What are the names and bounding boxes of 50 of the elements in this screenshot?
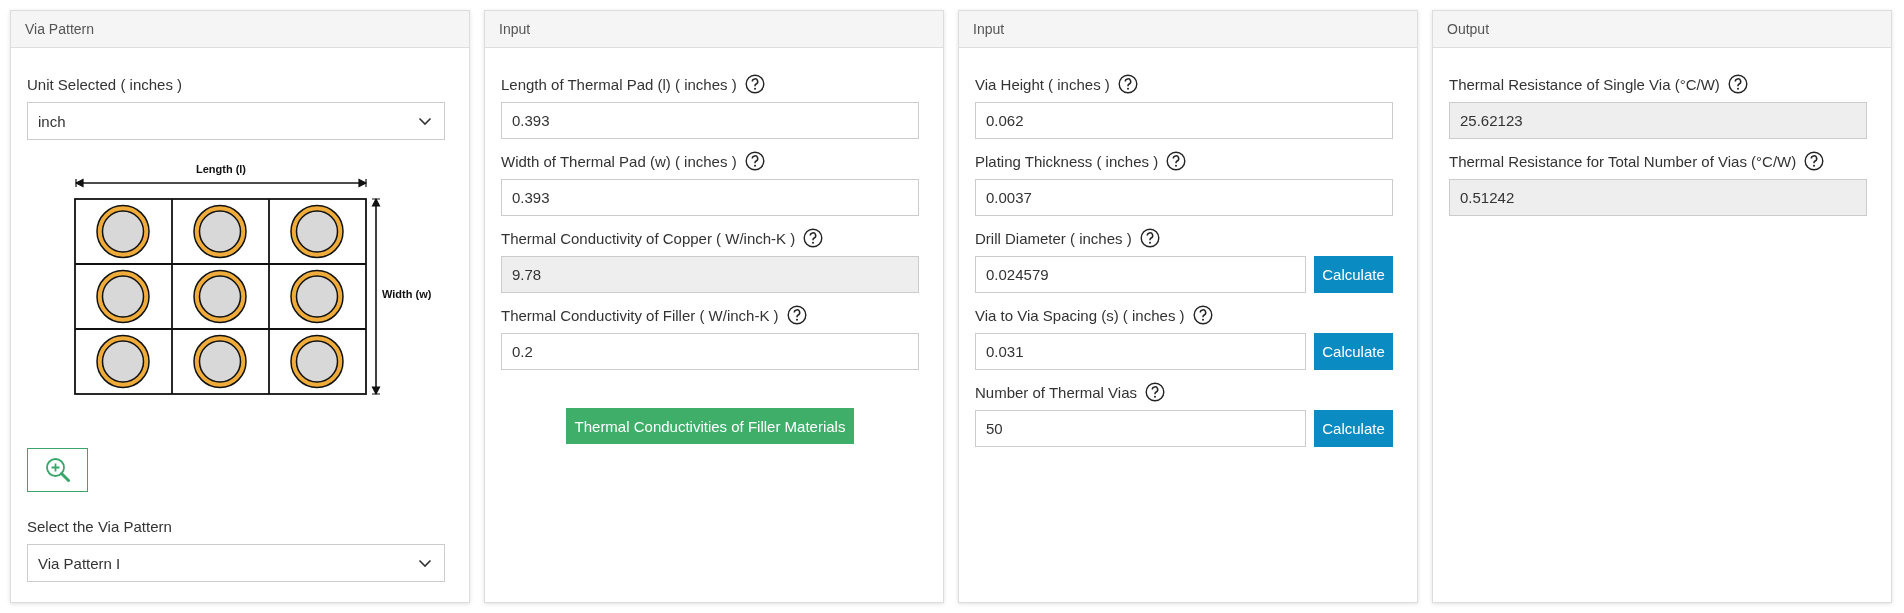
help-icon[interactable] — [744, 74, 765, 94]
field-label: Thermal Resistance of Single Via (°C/W) — [1449, 75, 1720, 93]
field-label: Number of Thermal Vias — [975, 383, 1137, 401]
panel-header: Input — [959, 11, 1417, 48]
help-icon[interactable] — [1727, 74, 1748, 94]
field-label: Thermal Conductivity of Copper ( W/inch-K ) — [501, 229, 796, 247]
dropdown-select[interactable]: inch — [27, 102, 445, 140]
input-field[interactable]: 0.0037 — [975, 179, 1393, 216]
input-field[interactable]: 0.393 — [501, 102, 919, 139]
dropdown-select[interactable]: Via Pattern I — [27, 544, 445, 582]
zoom-in-icon — [44, 457, 71, 483]
help-icon[interactable] — [1139, 228, 1160, 248]
panel-header: Output — [1433, 11, 1891, 48]
help-icon[interactable] — [1117, 74, 1138, 94]
help-icon[interactable] — [1145, 382, 1165, 402]
help-icon[interactable] — [803, 228, 824, 248]
chevron-down-icon — [418, 116, 432, 126]
calculate-button[interactable]: Calculate — [1314, 410, 1393, 447]
input-field[interactable]: 25.62123 — [1449, 102, 1867, 139]
field-label: Via Height ( inches ) — [975, 75, 1110, 93]
input-field[interactable]: 0.2 — [501, 333, 919, 370]
input-field[interactable]: 0.031 — [975, 333, 1306, 370]
panel-header: Input — [485, 11, 943, 48]
input-field[interactable]: 50 — [975, 410, 1306, 447]
help-icon[interactable] — [1804, 151, 1825, 171]
field-label: Drill Diameter ( inches ) — [975, 229, 1132, 247]
field-label: Unit Selected ( inches ) — [27, 75, 183, 93]
input-field[interactable]: 9.78 — [501, 256, 919, 293]
field-label: Length of Thermal Pad (l) ( inches ) — [501, 75, 737, 93]
input-field[interactable]: 0.51242 — [1449, 179, 1867, 216]
panel-header: Via Pattern — [11, 11, 469, 48]
input-field[interactable]: 0.024579 — [975, 256, 1306, 293]
calculate-button[interactable]: Calculate — [1314, 333, 1393, 370]
length-label: Length (l) — [195, 163, 247, 175]
help-icon[interactable] — [1166, 151, 1187, 171]
width-label: Width (w) — [382, 288, 432, 300]
help-icon[interactable] — [744, 151, 765, 171]
help-icon[interactable] — [1192, 305, 1213, 325]
input-field[interactable]: 0.062 — [975, 102, 1393, 139]
zoom-in-button[interactable] — [27, 448, 88, 492]
field-label: Via to Via Spacing (s) ( inches ) — [975, 306, 1185, 324]
field-label: Thermal Conductivity of Filler ( W/inch-K ) — [501, 306, 779, 324]
chevron-down-icon — [418, 558, 432, 568]
help-icon[interactable] — [786, 305, 807, 325]
field-label: Select the Via Pattern — [27, 517, 172, 535]
field-label: Width of Thermal Pad (w) ( inches ) — [501, 152, 737, 170]
calculate-button[interactable]: Calculate — [1314, 256, 1393, 293]
field-label: Plating Thickness ( inches ) — [975, 152, 1159, 170]
field-label: Thermal Resistance for Total Number of Vias (°C/W) — [1449, 152, 1797, 170]
input-field[interactable]: 0.393 — [501, 179, 919, 216]
